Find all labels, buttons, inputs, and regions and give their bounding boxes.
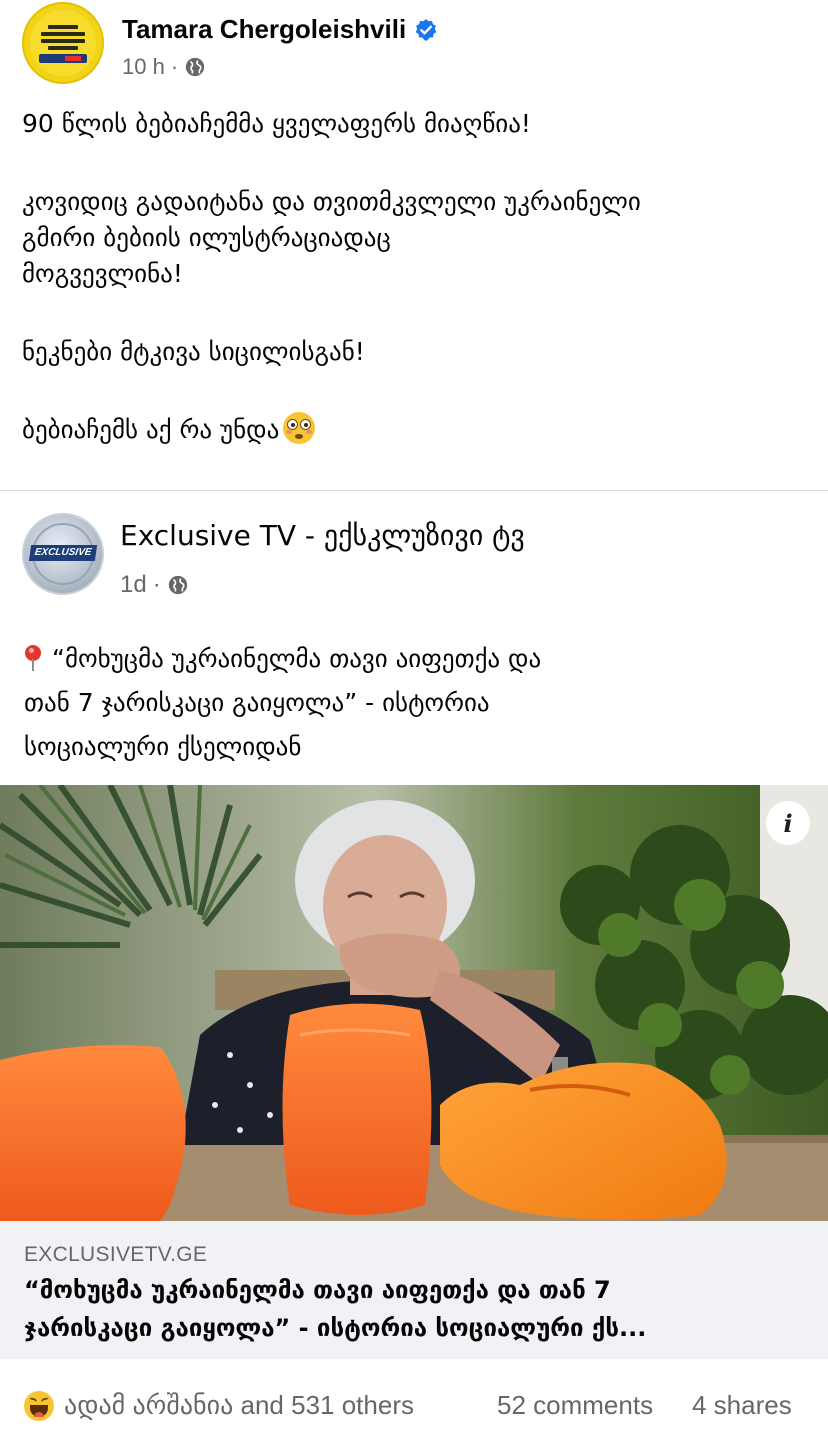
info-button[interactable]: i (766, 801, 810, 845)
shared-author-avatar[interactable]: EXCLUSIVE (22, 513, 104, 595)
comments-count[interactable]: 52 comments (497, 1390, 653, 1421)
reactions-summary[interactable]: ადამ არშანია and 531 others (64, 1390, 414, 1421)
shared-text-line: თან 7 ჯარისკაცი გაიყოლა” - ისტორია (24, 688, 490, 717)
post-header: Tamara Chergoleishvili 10 h · (22, 2, 812, 86)
post-text-line: კოვიდიც გადაიტანა და თვითმკვლელი უკრაინე… (22, 187, 641, 216)
shared-post-meta: 1d · (120, 571, 189, 599)
author-name-row: Tamara Chergoleishvili (122, 14, 438, 45)
meta-separator: · (170, 54, 179, 79)
link-title: “მოხუცმა უკრაინელმა თავი აიფეთქა და თან … (24, 1271, 804, 1347)
author-avatar-logo (30, 10, 96, 76)
globe-icon[interactable] (167, 574, 189, 596)
link-title-line: ჯარისკაცი გაიყოლა” - ისტორია სოციალური ქ… (24, 1314, 647, 1342)
meta-separator: · (152, 571, 161, 598)
shared-author-name[interactable]: Exclusive TV - ექსკლუზივი ტვ (120, 519, 525, 552)
post-text-line: 90 წლის ბებიაჩემმა ყველაფერს მიაღწია! (22, 109, 531, 138)
shared-post-body: “მოხუცმა უკრაინელმა თავი აიფეთქა და თან … (24, 637, 804, 769)
post-text-line: ნეკნები მტკივა სიცილისგან! (22, 337, 365, 366)
verified-badge-icon (415, 18, 437, 41)
round-pushpin-icon (24, 645, 42, 671)
elderly-woman-photo (0, 785, 828, 1221)
shares-count[interactable]: 4 shares (692, 1390, 792, 1421)
exclusive-logo: EXCLUSIVE (28, 545, 98, 561)
post-text-line: ბებიაჩემს აქ რა უნდა (22, 415, 280, 444)
article-photo[interactable]: i (0, 785, 828, 1221)
flushed-face-icon (283, 412, 316, 444)
post-text-line: მოგვევლინა! (22, 259, 183, 288)
post-text-line: გმირი ბებიის ილუსტრაციადაც (22, 223, 391, 252)
link-title-line: “მოხუცმა უკრაინელმა თავი აიფეთქა და თან … (24, 1276, 611, 1304)
shared-text-line-1: “მოხუცმა უკრაინელმა თავი აიფეთქა და (24, 637, 804, 681)
shared-post-timestamp[interactable]: 1d (120, 571, 147, 599)
globe-icon[interactable] (184, 56, 206, 78)
post-timestamp[interactable]: 10 h (122, 54, 165, 80)
shared-text-line: “მოხუცმა უკრაინელმა თავი აიფეთქა და (52, 644, 542, 673)
post-body: 90 წლის ბებიაჩემმა ყველაფერს მიაღწია! კო… (22, 106, 812, 448)
post-meta: 10 h · (122, 54, 206, 80)
post-text-last-line: ბებიაჩემს აქ რა უნდა (22, 412, 812, 448)
haha-icon[interactable] (24, 1391, 54, 1421)
link-domain: EXCLUSIVETV.GE (24, 1243, 208, 1266)
link-preview[interactable]: EXCLUSIVETV.GE “მოხუცმა უკრაინელმა თავი … (0, 1221, 828, 1359)
author-avatar[interactable] (22, 2, 104, 84)
shared-text-line: სოციალური ქსელიდან (24, 732, 302, 761)
post-footer: ადამ არშანია and 531 others 52 comments … (0, 1380, 828, 1430)
shared-post[interactable]: EXCLUSIVE Exclusive TV - ექსკლუზივი ტვ 1… (0, 490, 828, 1359)
author-name[interactable]: Tamara Chergoleishvili (122, 14, 406, 45)
